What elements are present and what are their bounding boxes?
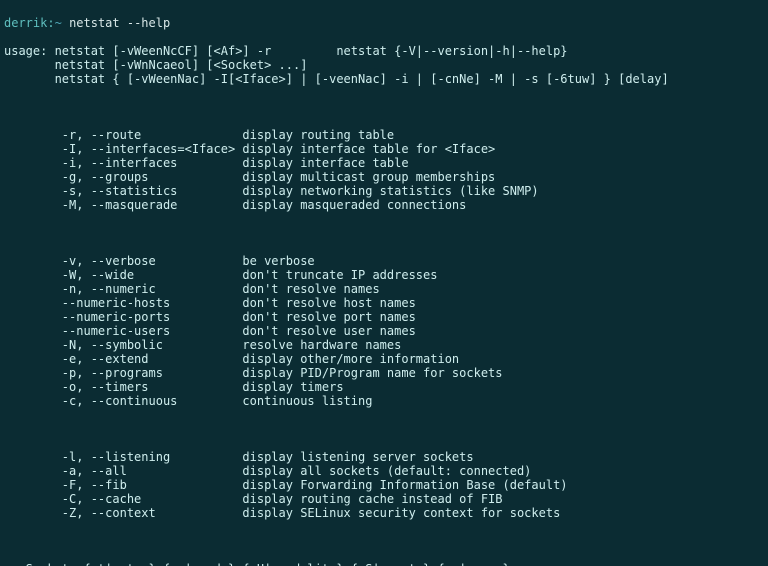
option-group-2: -v, --verbose be verbose -W, --wide don'… (4, 254, 764, 408)
option-line: -I, --interfaces=<Iface> display interfa… (4, 142, 764, 156)
option-line: --numeric-hosts don't resolve host names (4, 296, 764, 310)
trailer-line: <Socket>={-t|--tcp} {-u|--udp} {-U|--udp… (4, 562, 764, 566)
option-line: --numeric-users don't resolve user names (4, 324, 764, 338)
option-line: -i, --interfaces display interface table (4, 156, 764, 170)
option-line: -Z, --context display SELinux security c… (4, 506, 764, 520)
command-text: netstat --help (69, 16, 170, 30)
option-line: -n, --numeric don't resolve names (4, 282, 764, 296)
option-line: -g, --groups display multicast group mem… (4, 170, 764, 184)
usage-line: usage: netstat [-vWeenNcCF] [<Af>] -r ne… (4, 44, 764, 58)
prompt-line-1: derrik:~ netstat --help (4, 16, 764, 30)
blank-line (4, 226, 764, 240)
option-line: -s, --statistics display networking stat… (4, 184, 764, 198)
option-line: -M, --masquerade display masqueraded con… (4, 198, 764, 212)
option-line: -C, --cache display routing cache instea… (4, 492, 764, 506)
option-line: -v, --verbose be verbose (4, 254, 764, 268)
option-line: --numeric-ports don't resolve port names (4, 310, 764, 324)
option-line: -e, --extend display other/more informat… (4, 352, 764, 366)
usage-line: netstat [-vWnNcaeol] [<Socket> ...] (4, 58, 764, 72)
blank-line (4, 534, 764, 548)
option-group-1: -r, --route display routing table -I, --… (4, 128, 764, 212)
prompt-cwd: ~ (55, 16, 62, 30)
usage-block: usage: netstat [-vWeenNcCF] [<Af>] -r ne… (4, 44, 764, 86)
option-line: -N, --symbolic resolve hardware names (4, 338, 764, 352)
option-line: -W, --wide don't truncate IP addresses (4, 268, 764, 282)
option-line: -c, --continuous continuous listing (4, 394, 764, 408)
prompt-user: derrik (4, 16, 47, 30)
usage-line: netstat { [-vWeenNac] -I[<Iface>] | [-ve… (4, 72, 764, 86)
prompt-sep: : (47, 16, 54, 30)
option-group-3: -l, --listening display listening server… (4, 450, 764, 520)
option-line: -o, --timers display timers (4, 380, 764, 394)
option-line: -l, --listening display listening server… (4, 450, 764, 464)
option-line: -p, --programs display PID/Program name … (4, 366, 764, 380)
terminal[interactable]: derrik:~ netstat --help usage: netstat [… (0, 0, 768, 566)
blank-line (4, 422, 764, 436)
option-line: -r, --route display routing table (4, 128, 764, 142)
blank-line (4, 100, 764, 114)
trailer-block: <Socket>={-t|--tcp} {-u|--udp} {-U|--udp… (4, 562, 764, 566)
option-line: -F, --fib display Forwarding Information… (4, 478, 764, 492)
option-line: -a, --all display all sockets (default: … (4, 464, 764, 478)
